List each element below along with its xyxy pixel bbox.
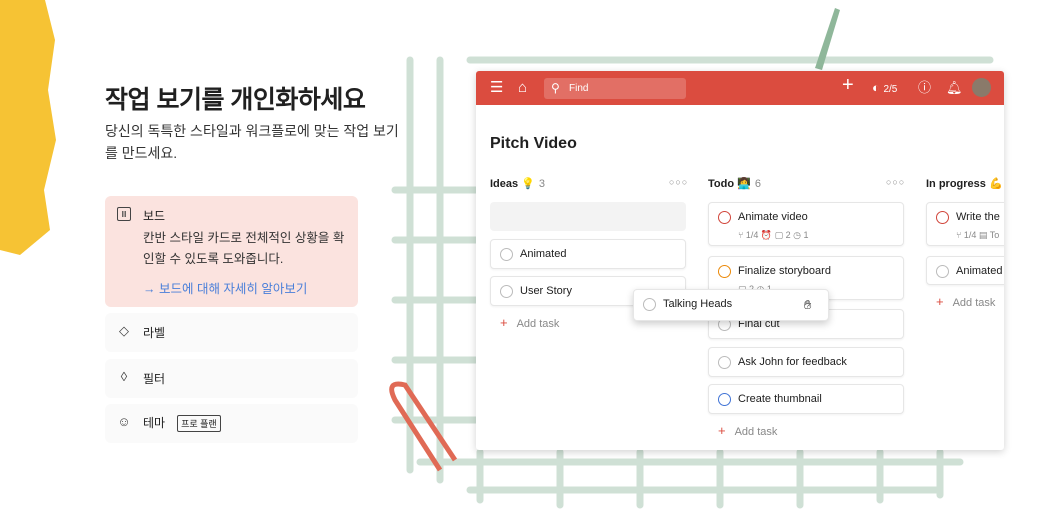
add-task-button[interactable]: + Add task [936,294,995,309]
search-placeholder: Find [569,83,589,94]
help-icon[interactable]: ⓘ [918,79,931,97]
checkbox[interactable] [718,211,731,224]
top-bar: ☰ ⌂ ⚲ Find + ◐ 2/5 ⓘ 🔔︎ [476,71,1004,105]
home-icon[interactable]: ⌂ [518,79,527,97]
feature-label: 라벨 [143,326,166,340]
feature-board[interactable]: Ⅲ 보드 칸반 스타일 카드로 전체적인 상황을 확인할 수 있도록 도와줍니다… [105,196,358,307]
add-task-label: Add task [734,426,778,438]
checkbox[interactable] [718,393,731,406]
task-title: Animate video [738,211,808,223]
grab-hand-icon: ✋︎ [804,297,812,312]
feature-label: 테마 프로 플랜 [143,414,221,432]
page-subtitle: 당신의 독특한 스타일과 워크플로에 맞는 작업 보기를 만드세요. [105,123,399,161]
plus-icon: + [718,423,726,438]
project-title: Pitch Video [490,135,577,152]
feature-filter[interactable]: ◊ 필터 [105,359,358,398]
learn-more-link[interactable]: → 보드에 대해 자세히 알아보기 [143,278,307,297]
task-title: Create thumbnail [738,393,822,405]
task-card[interactable]: Ask John for feedback [708,347,904,377]
task-card[interactable]: Animated [490,239,686,269]
app-window: ☰ ⌂ ⚲ Find + ◐ 2/5 ⓘ 🔔︎ Pitch Video Ideas… [476,71,1004,450]
feature-label: 보드 [143,209,166,223]
drop-placeholder [490,202,686,231]
avatar[interactable] [972,78,991,97]
karma-icon[interactable]: ◐ 2/5 [872,79,897,99]
column-name: In progress 💪 [926,178,1003,190]
search-input[interactable]: ⚲ Find [544,78,686,99]
checkbox[interactable] [718,265,731,278]
column-count: 3 [538,178,546,190]
palette-icon: ☺ [117,414,131,429]
checkbox[interactable] [936,265,949,278]
task-title: Ask John for feedback [738,356,847,368]
feature-theme[interactable]: ☺ 테마 프로 플랜 [105,404,358,443]
checkbox[interactable] [500,285,513,298]
checkbox[interactable] [643,298,656,311]
yellow-brush-stroke [0,0,56,255]
task-card[interactable]: Animated [926,256,1004,285]
task-card[interactable]: Animate video ⑂ 1/4 ⏰ ▢ 2 ◷ 1 [708,202,904,246]
board-icon: Ⅲ [117,207,131,221]
task-card[interactable]: Create thumbnail [708,384,904,414]
task-card[interactable]: Write the ⑂ 1/4 ▤ To [926,202,1004,246]
column-count: 6 [754,178,761,190]
feature-label: 필터 [143,372,166,386]
add-task-button[interactable]: + Add task [718,423,777,438]
column-header-in-progress: In progress 💪 [926,177,1003,190]
checkbox[interactable] [718,356,731,369]
plus-icon: + [936,294,944,309]
tag-icon: ◇ [119,323,129,338]
karma-count: 2/5 [883,84,898,95]
feature-description: 칸반 스타일 카드로 전체적인 상황을 확인할 수 있도록 도와줍니다. [143,231,345,266]
column-header-ideas: Ideas 💡 3 [490,177,545,190]
column-header-todo: Todo 👩‍💻 6 [708,177,761,190]
drop-icon: ◊ [120,369,128,384]
bell-icon[interactable]: 🔔︎ [946,79,963,97]
dragging-task-card[interactable]: Talking Heads ✋︎ [633,289,829,321]
more-icon[interactable]: ○○○ [669,177,688,187]
task-title: User Story [520,285,572,297]
more-icon[interactable]: ○○○ [886,177,905,187]
column-name: Todo 👩‍💻 [708,178,751,190]
task-title: Talking Heads [663,298,733,310]
page-title: 작업 보기를 개인화하세요 [105,86,366,114]
task-title: Animated [520,248,567,260]
add-icon[interactable]: + [842,75,854,95]
checkbox[interactable] [500,248,513,261]
red-paperclip [389,381,458,472]
add-task-label: Add task [952,297,996,309]
menu-icon[interactable]: ☰ [490,79,503,97]
pro-plan-badge: 프로 플랜 [177,415,221,432]
add-task-label: Add task [516,318,560,330]
task-meta: ⑂ 1/4 ⏰ ▢ 2 ◷ 1 [738,230,809,240]
search-icon: ⚲ [551,81,560,95]
feature-label-item[interactable]: ◇ 라벨 [105,313,358,352]
task-title: Finalize storyboard [738,265,831,277]
checkbox[interactable] [936,211,949,224]
task-title: Animated [956,265,1003,277]
plus-icon: + [500,315,508,330]
task-meta: ⑂ 1/4 ▤ To [956,230,1000,240]
column-name: Ideas 💡 [490,178,535,190]
feature-label-text: 테마 [143,416,166,430]
add-task-button[interactable]: + Add task [500,315,559,330]
task-title: Write the [956,211,1000,223]
